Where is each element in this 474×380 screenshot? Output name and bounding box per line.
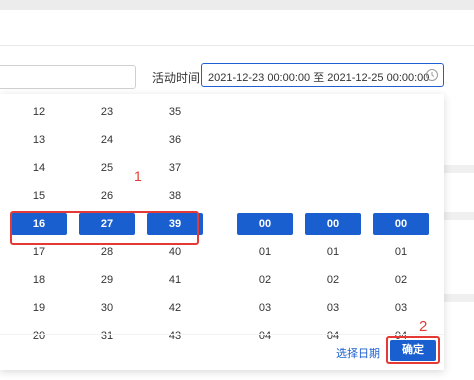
annotation-label-2: 2 bbox=[419, 318, 428, 335]
option[interactable]: 26 bbox=[79, 185, 135, 207]
option[interactable]: 02 bbox=[373, 269, 429, 291]
date-range-input[interactable]: 2021-12-23 00:00:00 至 2021-12-25 00:00:0… bbox=[201, 63, 444, 87]
background-strip bbox=[444, 294, 474, 302]
time-second-column[interactable]: 00 01 02 03 04 bbox=[373, 94, 429, 344]
option[interactable]: 01 bbox=[237, 241, 293, 263]
option[interactable]: 02 bbox=[237, 269, 293, 291]
option[interactable]: 24 bbox=[79, 129, 135, 151]
option[interactable]: 35 bbox=[147, 101, 203, 123]
selected-option[interactable]: 00 bbox=[373, 213, 429, 235]
option[interactable]: 02 bbox=[305, 269, 361, 291]
option[interactable]: 23 bbox=[79, 101, 135, 123]
date-range-value: 2021-12-23 00:00:00 至 2021-12-25 00:00:0… bbox=[208, 72, 429, 84]
option[interactable]: 18 bbox=[11, 269, 67, 291]
background-strip bbox=[444, 165, 474, 173]
top-bar bbox=[0, 0, 474, 10]
option[interactable]: 30 bbox=[79, 297, 135, 319]
option[interactable]: 03 bbox=[305, 297, 361, 319]
option[interactable]: 29 bbox=[79, 269, 135, 291]
option[interactable]: 14 bbox=[11, 157, 67, 179]
option[interactable]: 38 bbox=[147, 185, 203, 207]
option[interactable]: 01 bbox=[305, 241, 361, 263]
selected-option[interactable]: 00 bbox=[237, 213, 293, 235]
choose-date-link[interactable]: 选择日期 bbox=[336, 345, 380, 361]
option[interactable]: 15 bbox=[11, 185, 67, 207]
option[interactable]: 42 bbox=[147, 297, 203, 319]
option[interactable]: 01 bbox=[373, 241, 429, 263]
background-strip bbox=[444, 212, 474, 220]
option[interactable]: 03 bbox=[237, 297, 293, 319]
activity-time-label: 活动时间 bbox=[152, 71, 201, 85]
clock-icon bbox=[426, 69, 438, 81]
option[interactable]: 36 bbox=[147, 129, 203, 151]
option[interactable]: 25 bbox=[79, 157, 135, 179]
time-minute-column[interactable]: 00 01 02 03 04 bbox=[305, 94, 361, 344]
option[interactable]: 41 bbox=[147, 269, 203, 291]
annotation-label-1: 1 bbox=[134, 168, 142, 184]
annotation-box-2 bbox=[386, 336, 440, 364]
option[interactable]: 12 bbox=[11, 101, 67, 123]
time-hour-column[interactable]: 00 01 02 03 04 bbox=[237, 94, 293, 344]
option[interactable]: 19 bbox=[11, 297, 67, 319]
footer-divider bbox=[0, 334, 444, 335]
header-divider bbox=[0, 45, 474, 46]
search-input[interactable] bbox=[0, 65, 136, 89]
option[interactable]: 37 bbox=[147, 157, 203, 179]
annotation-box-1 bbox=[10, 211, 199, 245]
option[interactable]: 03 bbox=[373, 297, 429, 319]
selected-option[interactable]: 00 bbox=[305, 213, 361, 235]
option[interactable]: 13 bbox=[11, 129, 67, 151]
